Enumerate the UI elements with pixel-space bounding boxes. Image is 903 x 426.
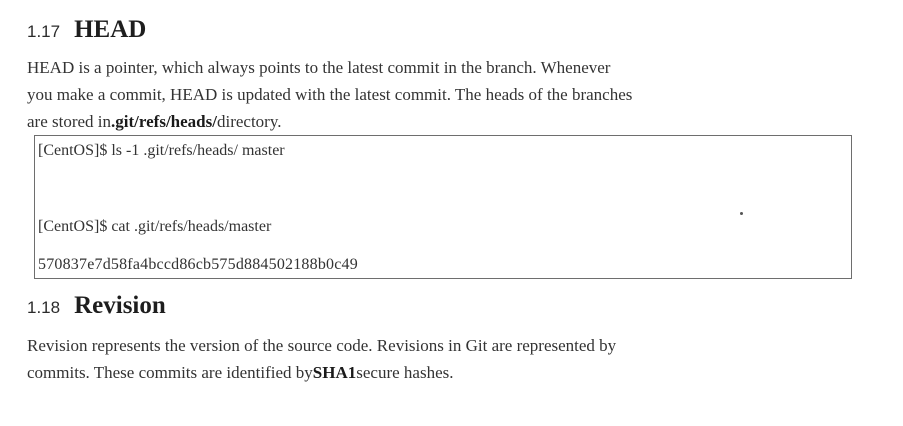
section-heading-head: 1.17 HEAD	[27, 16, 146, 44]
text-run: are stored in	[27, 112, 112, 131]
command-line-cat: [CentOS]$ cat .git/refs/heads/master	[38, 218, 272, 235]
text-run: directory.	[216, 112, 282, 131]
paragraph-line: are stored in.git/refs/heads/directory.	[27, 108, 867, 135]
paragraph-line: commits. These commits are identified by…	[27, 359, 867, 386]
scan-speck	[740, 212, 743, 215]
paragraph-line: you make a commit, HEAD is updated with …	[27, 85, 633, 104]
sha1-bold: SHA1	[312, 363, 357, 382]
section-title: HEAD	[74, 16, 147, 43]
refs-path-bold: .git/refs/heads/	[111, 112, 217, 131]
terminal-output-box: [CentOS]$ ls -1 .git/refs/heads/ master …	[34, 135, 852, 279]
section-heading-revision: 1.18 Revision	[27, 292, 166, 320]
document-page: 1.17 HEAD HEAD is a pointer, which alway…	[0, 0, 903, 426]
section-title: Revision	[74, 292, 166, 319]
section-number: 1.18	[27, 298, 61, 317]
commit-hash-output: 570837e7d58fa4bccd86cb575d884502188b0c49	[38, 256, 358, 273]
paragraph-line: HEAD is a pointer, which always points t…	[27, 58, 611, 77]
revision-description-paragraph: Revision represents the version of the s…	[27, 332, 867, 386]
text-run: commits. These commits are identified by	[27, 363, 313, 382]
head-description-paragraph: HEAD is a pointer, which always points t…	[27, 54, 867, 135]
command-line-ls: [CentOS]$ ls -1 .git/refs/heads/ master	[38, 142, 285, 159]
text-run: secure hashes.	[356, 363, 454, 382]
paragraph-line: Revision represents the version of the s…	[27, 336, 617, 355]
section-number: 1.17	[27, 22, 61, 41]
